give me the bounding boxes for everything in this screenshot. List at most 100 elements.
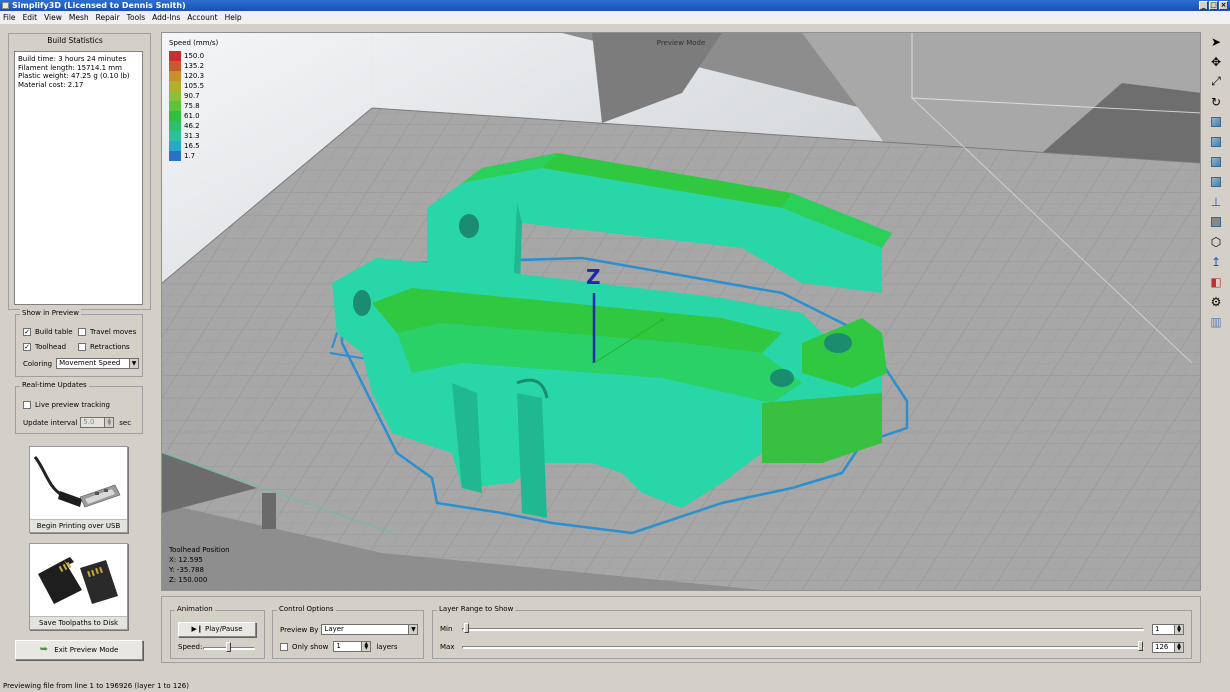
min-slider-track[interactable] [462,628,1144,631]
axes-icon[interactable]: ⊥ [1206,192,1226,211]
travel-moves-option[interactable]: Travel moves [78,328,136,336]
play-pause-button[interactable]: ▶❙ Play/Pause [178,622,256,637]
spin-arrows-icon[interactable]: ▲ ▼ [1174,625,1183,634]
save-toolpaths-button[interactable]: Save Toolpaths to Disk [29,543,128,630]
legend-item: 31.3 [169,131,204,141]
status-text: Previewing file from line 1 to 196926 (l… [3,682,189,690]
coloring-select[interactable]: Movement Speed ▼ [56,358,140,369]
play-pause-label: Play/Pause [204,625,243,633]
minimize-button[interactable]: _ [1199,1,1208,10]
pointer-icon[interactable]: ➤ [1206,32,1226,51]
travel-moves-label: Travel moves [90,328,137,336]
only-show-field[interactable]: 1 ▲ ▼ [333,641,372,652]
solid-view-icon[interactable] [1206,212,1226,231]
scene-canvas [162,33,1200,590]
menu-view[interactable]: View [44,13,62,22]
legend-value: 105.5 [184,82,205,90]
view-side-icon[interactable] [1206,172,1226,191]
legend-value: 61.0 [184,112,200,120]
preview-by-select[interactable]: Layer ▼ [321,624,419,635]
supports-icon[interactable]: ▥ [1206,312,1226,331]
legend-item: 105.5 [169,81,204,91]
move-icon[interactable]: ✥ [1206,52,1226,71]
only-show-label: Only show [292,642,329,651]
preview-mode-label: Preview Mode [656,39,706,47]
preview-viewport[interactable]: Preview Mode Speed (mm/s) 150.0 135.2 12… [161,32,1201,591]
begin-usb-print-button[interactable]: Begin Printing over USB [29,446,128,533]
animation-label: Animation [175,605,215,613]
speed-label: Speed: [178,643,203,651]
live-preview-checkbox[interactable] [23,401,31,409]
retractions-checkbox[interactable] [78,343,86,351]
cross-section-icon[interactable]: ◧ [1206,272,1226,291]
rotate-icon[interactable]: ↻ [1206,92,1226,111]
coloring-label: Coloring [23,359,53,368]
build-table-checkbox[interactable]: ✓ [23,328,31,336]
legend-value: 46.2 [184,122,200,130]
speed-legend-title: Speed (mm/s) [169,39,219,47]
toolhead-y: Y: -35.788 [169,566,204,574]
spin-arrows-icon[interactable]: ▲ ▼ [104,418,114,427]
exit-preview-button[interactable]: ➥ Exit Preview Mode [15,640,143,660]
max-slider-track[interactable] [462,646,1144,649]
menu-repair[interactable]: Repair [96,13,120,22]
travel-moves-checkbox[interactable] [78,328,86,336]
spin-arrows-icon[interactable]: ▲ ▼ [1174,643,1183,652]
max-layer-field[interactable]: 126 ▲ ▼ [1152,642,1184,653]
retractions-label: Retractions [90,343,130,351]
preview-by-value: Layer [324,625,344,633]
z-axis-label: Z [586,265,601,289]
only-show-checkbox[interactable] [280,642,288,651]
retractions-option[interactable]: Retractions [78,343,130,351]
wireframe-icon[interactable]: ⬡ [1206,232,1226,251]
toolhead-option[interactable]: ✓ Toolhead [23,343,66,351]
only-show-value: 1 [336,642,341,650]
min-row: Min [440,625,452,633]
menu-file[interactable]: File [3,13,16,22]
legend-value: 16.5 [184,142,200,150]
live-preview-option[interactable]: Live preview tracking [23,401,110,409]
legend-item: 16.5 [169,141,204,151]
normals-icon[interactable]: ↥ [1206,252,1226,271]
close-button[interactable]: × [1219,1,1228,10]
min-layer-field[interactable]: 1 ▲ ▼ [1152,624,1184,635]
max-slider-thumb[interactable] [1138,641,1143,651]
menu-help[interactable]: Help [225,13,242,22]
build-table-label: Build table [35,328,73,336]
legend-item: 61.0 [169,111,204,121]
menu-account[interactable]: Account [187,13,217,22]
menu-edit[interactable]: Edit [23,13,38,22]
legend-value: 31.3 [184,132,200,140]
speed-row: Speed: [178,643,202,651]
live-preview-label: Live preview tracking [35,401,110,409]
chevron-down-icon: ▼ [408,625,418,634]
menu-mesh[interactable]: Mesh [69,13,89,22]
spin-arrows-icon[interactable]: ▲ ▼ [361,642,371,651]
toolhead-position: Toolhead Position X: 12.595 Y: -35.788 Z… [169,545,230,585]
play-pause-icon: ▶❙ [191,625,203,633]
legend-item: 135.2 [169,61,204,71]
update-interval-value: 5.0 [83,418,95,426]
settings-icon[interactable]: ⚙ [1206,292,1226,311]
coloring-row: Coloring Movement Speed ▼ [23,358,140,369]
speed-slider-thumb[interactable] [226,642,231,652]
window-title: Simplify3D (Licensed to Dennis Smith) [12,1,186,10]
back-arrow-icon: ➥ [39,644,49,655]
legend-value: 90.7 [184,92,200,100]
menu-tools[interactable]: Tools [127,13,145,22]
menu-add-ins[interactable]: Add-Ins [152,13,180,22]
update-interval-label: Update interval [23,418,78,427]
scale-icon[interactable]: ⤢ [1206,72,1226,91]
update-interval-field[interactable]: 5.0 ▲ ▼ [80,417,115,428]
min-slider-thumb[interactable] [464,623,469,633]
maximize-button[interactable]: □ [1209,1,1218,10]
realtime-label: Real-time Updates [20,381,89,389]
view-top-icon[interactable] [1206,152,1226,171]
build-table-option[interactable]: ✓ Build table [23,328,73,336]
legend-item: 1.7 [169,151,204,161]
view-front-icon[interactable] [1206,132,1226,151]
legend-item: 75.8 [169,101,204,111]
toolhead-checkbox[interactable]: ✓ [23,343,31,351]
view-default-icon[interactable] [1206,112,1226,131]
min-layer-value: 1 [1155,625,1160,633]
